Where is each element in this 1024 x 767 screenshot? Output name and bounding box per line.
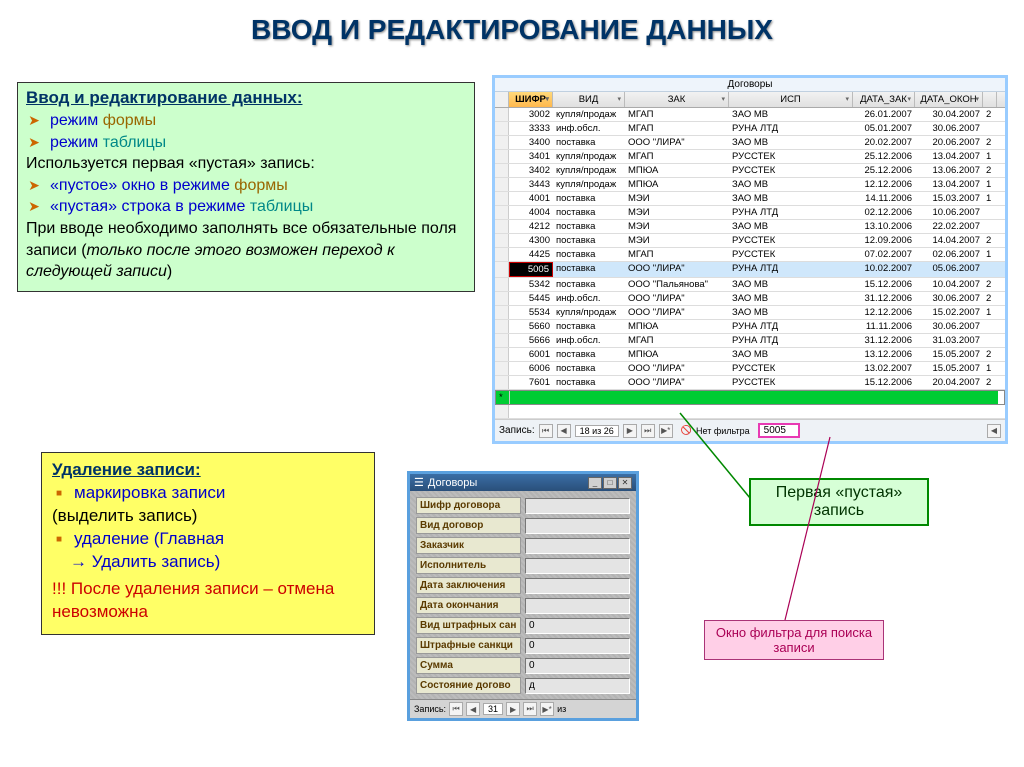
yellow-heading: Удаление записи:	[52, 459, 364, 482]
form-row: Штрафные санкци0	[416, 637, 630, 654]
table-row[interactable]: 3002купля/продажМГАПЗАО МВ26.01.200730.0…	[495, 108, 1005, 122]
nav-next-icon[interactable]: ▶	[623, 424, 637, 438]
form-row: Вид штрафных сан0	[416, 617, 630, 634]
new-record-row[interactable]: *	[495, 390, 1005, 405]
form-titlebar[interactable]: ☰ Договоры _ □ ✕	[410, 474, 636, 491]
table-row[interactable]: 5445инф.обсл.ООО "ЛИРА"ЗАО МВ31.12.20063…	[495, 292, 1005, 306]
green-p2: При вводе необходимо заполнять все обяза…	[26, 218, 466, 283]
table-row[interactable]: 6001поставкаМПЮАЗАО МВ13.12.200615.05.20…	[495, 348, 1005, 362]
col-header-do[interactable]: ДАТА_ОКОН▾	[915, 92, 983, 107]
info-box-delete: Удаление записи: ■ маркировка записи (вы…	[41, 452, 375, 635]
form-row: Дата окончания	[416, 597, 630, 614]
form-label: Заказчик	[416, 537, 521, 554]
table-row[interactable]: 3400поставкаООО "ЛИРА"ЗАО МВ20.02.200720…	[495, 136, 1005, 150]
form-label: Дата окончания	[416, 597, 521, 614]
table-row[interactable]: 5660поставкаМПЮАРУНА ЛТД11.11.200630.06.…	[495, 320, 1005, 334]
form-label: Состояние догово	[416, 677, 521, 694]
maximize-icon[interactable]: □	[603, 477, 617, 489]
table-row[interactable]: 4004поставкаМЭИРУНА ЛТД02.12.200610.06.2…	[495, 206, 1005, 220]
page-title: ВВОД И РЕДАКТИРОВАНИЕ ДАННЫХ	[0, 0, 1024, 56]
datasheet-window: Договоры ШИФР▾ ВИД▾ ЗАК▾ ИСП▾ ДАТА_ЗАК▾ …	[492, 75, 1008, 444]
table-row[interactable]: 5666инф.обсл.МГАПРУНА ЛТД31.12.200631.03…	[495, 334, 1005, 348]
record-navigator: Запись: ⏮ ◀ 18 из 26 ▶ ⏭ ▶* 🚫 Нет фильтр…	[495, 419, 1005, 441]
form-label: Дата заключения	[416, 577, 521, 594]
green-heading: Ввод и редактирование данных:	[26, 87, 466, 110]
form-row: Заказчик	[416, 537, 630, 554]
nav-first-icon[interactable]: ⏮	[449, 702, 463, 716]
form-label: Вид договор	[416, 517, 521, 534]
form-field[interactable]	[525, 538, 630, 554]
form-row: Исполнитель	[416, 557, 630, 574]
form-label: Исполнитель	[416, 557, 521, 574]
form-row: Вид договор	[416, 517, 630, 534]
table-row[interactable]: 3402купля/продажМПЮАРУССТЕК25.12.200613.…	[495, 164, 1005, 178]
form-label: Сумма	[416, 657, 521, 674]
table-row[interactable]: 4300поставкаМЭИРУССТЕК12.09.200614.04.20…	[495, 234, 1005, 248]
nav-last-icon[interactable]: ⏭	[523, 702, 537, 716]
form-navigator: Запись: ⏮ ◀ 31 ▶ ⏭ ▶* из	[410, 699, 636, 718]
square-bullet-icon: ■	[52, 533, 66, 547]
grid-header-row: ШИФР▾ ВИД▾ ЗАК▾ ИСП▾ ДАТА_ЗАК▾ ДАТА_ОКОН…	[495, 92, 1005, 108]
form-field[interactable]: 0	[525, 618, 630, 634]
form-label: Шифр договора	[416, 497, 521, 514]
table-row[interactable]: 3333инф.обсл.МГАПРУНА ЛТД05.01.200730.06…	[495, 122, 1005, 136]
form-label: Штрафные санкци	[416, 637, 521, 654]
nav-new-icon[interactable]: ▶*	[540, 702, 554, 716]
table-row[interactable]: 4212поставкаМЭИЗАО МВ13.10.200622.02.200…	[495, 220, 1005, 234]
table-row[interactable]: 6006поставкаООО "ЛИРА"РУССТЕК13.02.20071…	[495, 362, 1005, 376]
form-field[interactable]	[525, 578, 630, 594]
table-row[interactable]: 5534купля/продажООО "ЛИРА"ЗАО МВ12.12.20…	[495, 306, 1005, 320]
nav-prev-icon[interactable]: ◀	[466, 702, 480, 716]
table-row[interactable]: 4001поставкаМЭИЗАО МВ14.11.200615.03.200…	[495, 192, 1005, 206]
col-header-vid[interactable]: ВИД▾	[553, 92, 625, 107]
table-row[interactable]: 4425поставкаМГАПРУССТЕК07.02.200702.06.2…	[495, 248, 1005, 262]
minimize-icon[interactable]: _	[588, 477, 602, 489]
scroll-left-icon[interactable]: ◀	[987, 424, 1001, 438]
col-header-shifr[interactable]: ШИФР▾	[509, 92, 553, 107]
close-icon[interactable]: ✕	[618, 477, 632, 489]
nav-prev-icon[interactable]: ◀	[557, 424, 571, 438]
grid-body[interactable]: 3002купля/продажМГАПЗАО МВ26.01.200730.0…	[495, 108, 1005, 419]
col-header-isp[interactable]: ИСП▾	[729, 92, 853, 107]
nav-last-icon[interactable]: ⏭	[641, 424, 655, 438]
form-field[interactable]: 0	[525, 658, 630, 674]
form-icon: ☰	[414, 476, 424, 489]
grid-caption: Договоры	[495, 78, 1005, 92]
triangle-bullet-icon: ➤	[26, 176, 42, 195]
form-field[interactable]	[525, 598, 630, 614]
green-p1: Используется первая «пустая» запись:	[26, 153, 466, 175]
table-row[interactable]: 5342поставкаООО "Пальянова"ЗАО МВ15.12.2…	[495, 278, 1005, 292]
form-field[interactable]	[525, 558, 630, 574]
form-field[interactable]	[525, 518, 630, 534]
form-label: Вид штрафных сан	[416, 617, 521, 634]
table-row[interactable]: 5005поставкаООО "ЛИРА"РУНА ЛТД10.02.2007…	[495, 262, 1005, 278]
square-bullet-icon: ■	[52, 487, 66, 501]
form-row: Дата заключения	[416, 577, 630, 594]
warning-text: !!! После удаления записи – отмена невоз…	[52, 578, 364, 624]
info-box-input: Ввод и редактирование данных: ➤ режим фо…	[17, 82, 475, 292]
form-window: ☰ Договоры _ □ ✕ Шифр договора Вид догово…	[407, 471, 639, 721]
form-field[interactable]: 0	[525, 638, 630, 654]
nav-next-icon[interactable]: ▶	[506, 702, 520, 716]
form-row: Состояние договод	[416, 677, 630, 694]
nav-new-icon[interactable]: ▶*	[659, 424, 673, 438]
col-header-zak[interactable]: ЗАК▾	[625, 92, 729, 107]
col-header-dz[interactable]: ДАТА_ЗАК▾	[853, 92, 915, 107]
triangle-bullet-icon: ➤	[26, 133, 42, 152]
callout-filter: Окно фильтра для поиска записи	[704, 620, 884, 660]
record-position[interactable]: 31	[483, 703, 503, 715]
table-row[interactable]: 7601поставкаООО "ЛИРА"РУССТЕК15.12.20062…	[495, 376, 1005, 390]
form-field[interactable]: д	[525, 678, 630, 694]
triangle-bullet-icon: ➤	[26, 111, 42, 130]
table-row[interactable]: 3401купля/продажМГАПРУССТЕК25.12.200613.…	[495, 150, 1005, 164]
nav-first-icon[interactable]: ⏮	[539, 424, 553, 438]
record-position[interactable]: 18 из 26	[575, 425, 619, 437]
triangle-bullet-icon: ➤	[26, 197, 42, 216]
table-row[interactable]: 3443купля/продажМПЮАЗАО МВ12.12.200613.0…	[495, 178, 1005, 192]
form-row: Сумма0	[416, 657, 630, 674]
filter-search-box[interactable]: 5005	[758, 423, 800, 438]
callout-empty-record: Первая «пустая» запись	[749, 478, 929, 526]
form-row: Шифр договора	[416, 497, 630, 514]
form-field[interactable]	[525, 498, 630, 514]
